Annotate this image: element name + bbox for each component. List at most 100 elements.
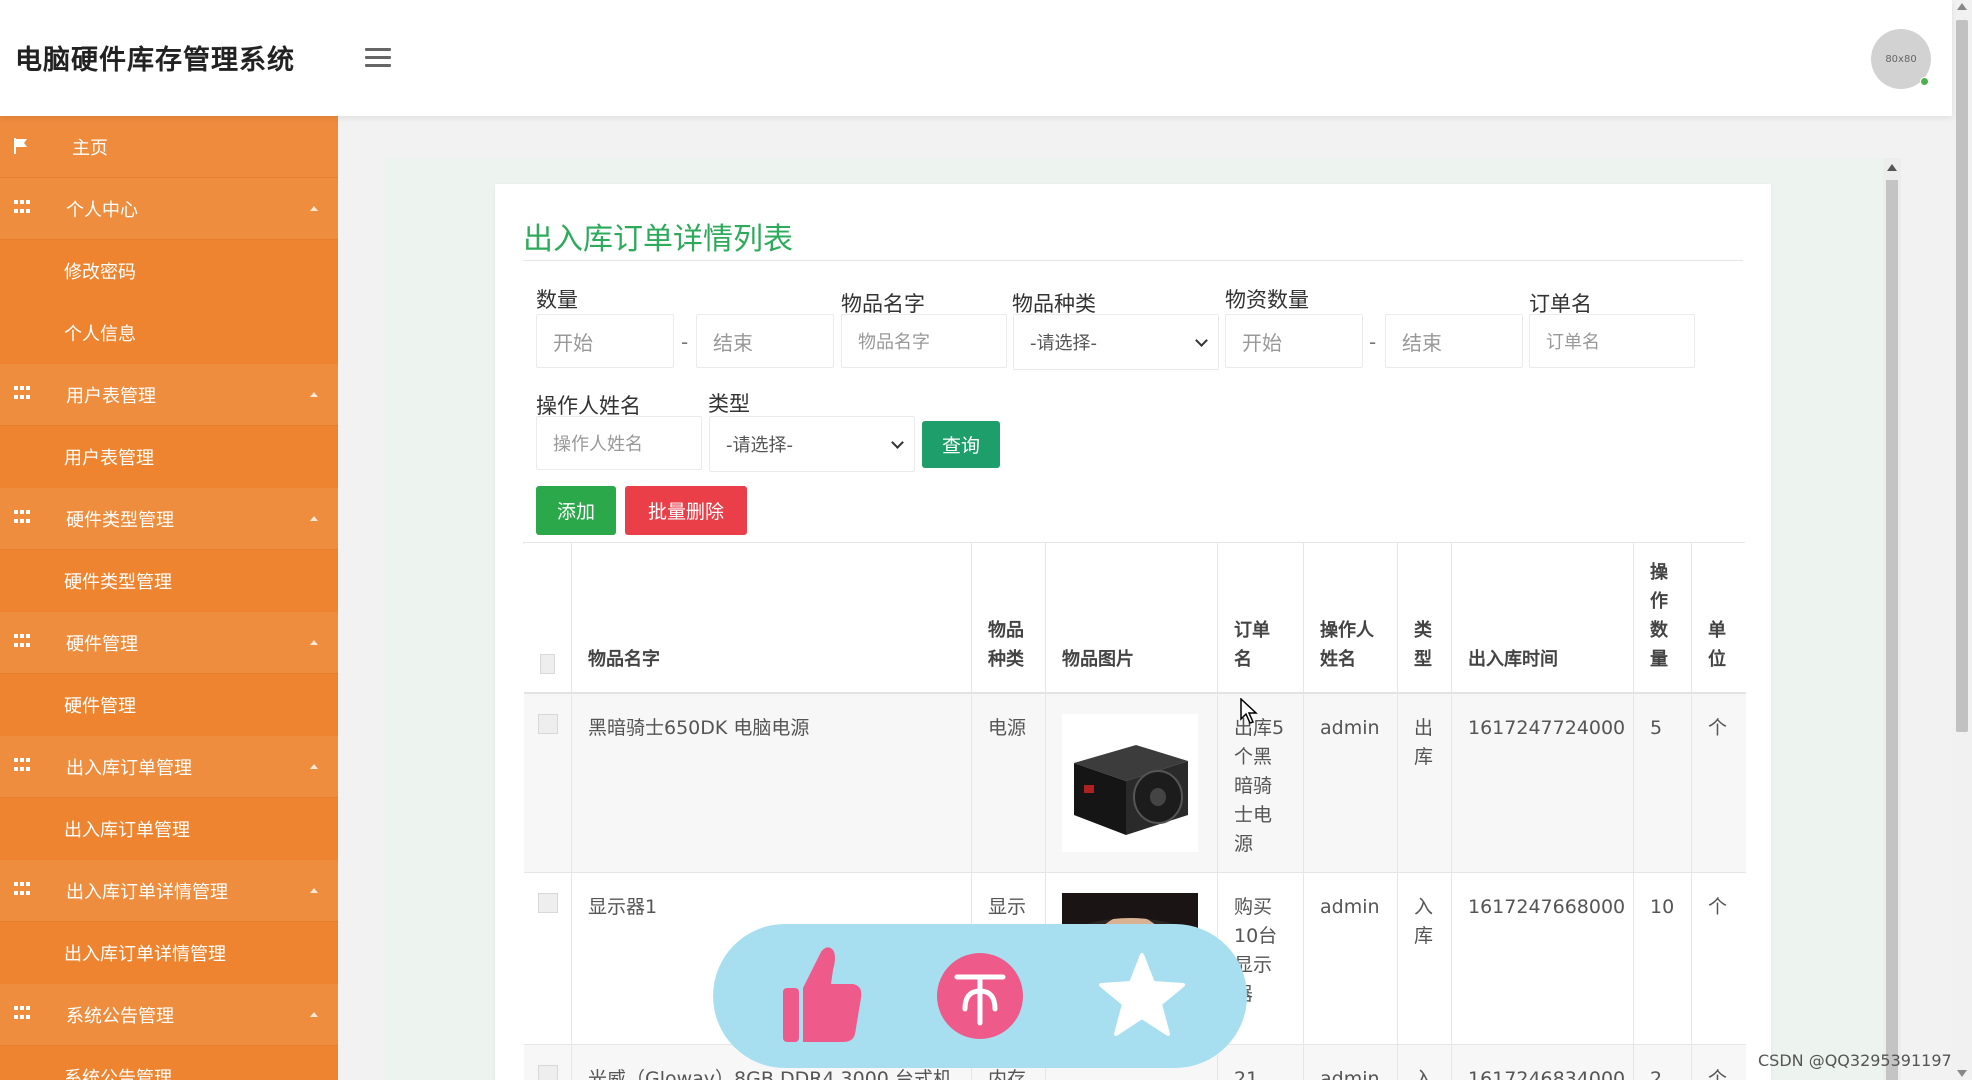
cell-item-name: 黑暗骑士650DK 电脑电源 [572,694,972,872]
sidebar-group-order-details[interactable]: 出入库订单详情管理 [0,860,338,922]
sidebar-group-label: 出入库订单详情管理 [66,881,228,903]
app-title: 电脑硬件库存管理系统 [15,45,295,76]
stock-quantity-label: 物资数量 [1225,288,1309,312]
sidebar-group-orders[interactable]: 出入库订单管理 [0,736,338,798]
sidebar-item-order-management[interactable]: 出入库订单管理 [0,798,338,860]
psu-product-image [1062,714,1198,852]
frame-scrollbar[interactable] [1883,158,1901,1080]
frame-scrollbar-thumb[interactable] [1886,180,1898,1080]
sidebar-group-hardware[interactable]: 硬件管理 [0,612,338,674]
grid-icon [14,1006,32,1022]
caret-up-icon [310,640,318,645]
sidebar-item-announcement-management[interactable]: 系统公告管理 [0,1046,338,1080]
mouse-cursor-icon [1240,698,1258,724]
cell-unit: 个 [1708,896,1728,918]
sidebar-group-users[interactable]: 用户表管理 [0,364,338,426]
scroll-up-arrow-icon[interactable] [1957,3,1967,10]
cell-unit: 个 [1708,717,1728,739]
sidebar-item-personal-info[interactable]: 个人信息 [0,302,338,364]
row-checkbox[interactable] [537,1065,558,1080]
cell-item-type: 电源 [972,694,1046,872]
power-supply-image [1074,745,1188,835]
scroll-up-arrow-icon[interactable] [1887,164,1897,171]
cell-type: 入 [1398,1045,1452,1080]
header-item-type: 物品种类 [972,543,1046,692]
sidebar-group-label: 个人中心 [66,199,138,221]
cell-operator: admin [1304,1045,1398,1080]
stock-start-input[interactable]: 开始 [1225,314,1363,368]
sidebar-item-home[interactable]: 主页 [0,116,338,178]
cell-order-name: 21 [1218,1045,1304,1080]
page-scrollbar-thumb[interactable] [1956,20,1968,732]
sidebar-group-profile[interactable]: 个人中心 [0,178,338,240]
cell-time: 1617247668000 [1452,873,1634,1044]
header-unit: 单位 [1708,620,1726,670]
row-checkbox[interactable] [537,893,558,913]
scroll-down-arrow-icon[interactable] [1957,1070,1967,1077]
item-name-input[interactable]: 物品名字 [841,314,1007,368]
sidebar-item-change-password[interactable]: 修改密码 [0,240,338,302]
flag-icon [14,138,27,154]
header-order-name: 订单名 [1218,543,1304,692]
header-item-image: 物品图片 [1046,543,1218,692]
sidebar-item-hardware-type-management[interactable]: 硬件类型管理 [0,550,338,612]
table-row[interactable]: 黑暗骑士650DK 电脑电源 电源 出库5个黑暗骑士电源 admin 出库 16… [524,694,1746,873]
favorite-button[interactable] [1090,944,1194,1048]
order-name-input[interactable]: 订单名 [1529,314,1695,368]
query-button[interactable]: 查询 [922,421,1000,468]
type-label: 类型 [708,392,750,416]
hamburger-menu-icon[interactable] [365,48,391,68]
cell-time: 1617247724000 [1452,694,1634,872]
sidebar-group-label: 用户表管理 [66,385,156,407]
page-title: 出入库订单详情列表 [523,222,793,257]
sidebar-item-hardware-management[interactable]: 硬件管理 [0,674,338,736]
chevron-down-icon [891,436,904,449]
header-item-name: 物品名字 [572,543,972,692]
quantity-end-input[interactable]: 结束 [696,314,834,368]
avatar-placeholder-text: 80x80 [1885,53,1917,65]
cell-type: 出库 [1398,694,1452,872]
row-checkbox-cell [524,694,572,872]
batch-delete-button[interactable]: 批量删除 [625,486,747,535]
row-checkbox[interactable] [537,714,558,734]
sidebar-group-label: 硬件管理 [66,633,138,655]
grid-icon [14,758,32,774]
quantity-start-input[interactable]: 开始 [536,314,674,368]
type-selected-value: -请选择- [726,435,793,456]
cell-item-image [1046,694,1218,872]
sidebar-group-label: 硬件类型管理 [66,509,174,531]
stock-end-input[interactable]: 结束 [1385,314,1523,368]
star-icon [1099,953,1185,1036]
caret-up-icon [310,1012,318,1017]
cell-op-quantity: 2 [1634,1045,1692,1080]
item-type-select[interactable]: -请选择- [1013,314,1219,370]
sidebar-home-label: 主页 [72,137,108,159]
coin-button[interactable] [928,944,1032,1048]
add-button[interactable]: 添加 [536,486,616,535]
sidebar-item-user-management[interactable]: 用户表管理 [0,426,338,488]
title-divider [523,260,1743,261]
header-operator: 操作人姓名 [1304,543,1398,692]
sidebar-group-hardware-types[interactable]: 硬件类型管理 [0,488,338,550]
caret-up-icon [310,206,318,211]
sidebar: 主页 个人中心 修改密码 个人信息 用户表管理 用户表管理 硬件类型管理 硬件类… [0,116,338,1080]
header-op-quantity: 操作数量 [1634,543,1692,692]
grid-icon [14,882,32,898]
like-button[interactable] [771,944,875,1048]
grid-icon [14,200,32,216]
select-all-checkbox[interactable] [540,654,555,674]
select-all-cell [524,543,572,692]
page-scrollbar[interactable] [1952,0,1972,1080]
grid-icon [14,386,32,402]
range-dash: - [681,330,689,354]
operator-input[interactable]: 操作人姓名 [536,416,702,470]
avatar[interactable]: 80x80 [1871,29,1931,89]
sidebar-group-label: 出入库订单管理 [66,757,192,779]
sidebar-item-order-detail-management[interactable]: 出入库订单详情管理 [0,922,338,984]
csdn-watermark: CSDN @QQ3295391197 [1758,1051,1952,1070]
type-select[interactable]: -请选择- [709,416,915,472]
sidebar-group-announcements[interactable]: 系统公告管理 [0,984,338,1046]
header-time: 出入库时间 [1452,543,1634,692]
cell-op-quantity: 5 [1634,694,1692,872]
cell-op-quantity: 10 [1634,873,1692,1044]
